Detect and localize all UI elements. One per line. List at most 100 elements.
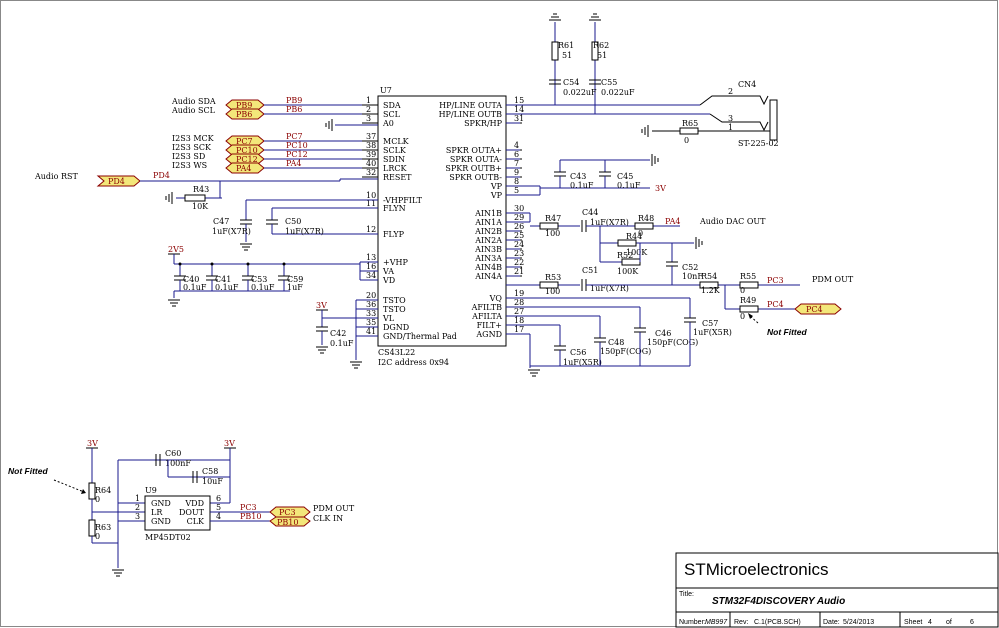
u7-pin-2-name: SCL (383, 110, 401, 119)
u7-pin-33-num: 33 (366, 309, 376, 318)
cn4-pin3: 3 (728, 114, 733, 123)
u7-pin-34-num: 34 (366, 271, 376, 280)
net-pc3: PC3 (767, 276, 784, 285)
cn4-pin2: 2 (728, 87, 733, 96)
net-5: PA4 (286, 159, 302, 168)
company-name: STMicroelectronics (684, 560, 829, 579)
date-label: Date: (823, 619, 840, 626)
c46-ref: C46 (655, 329, 671, 338)
port-label-1: Audio SCL (171, 106, 216, 115)
net-2: PC7 (286, 132, 303, 141)
headphone-output: R61 51 R62 51 C54 0.022uF C55 0.022uF CN… (506, 13, 779, 148)
u7-pin-31-num: 31 (514, 114, 524, 123)
u7-pin-36-num: 36 (366, 300, 376, 309)
u7-pin-19-num: 19 (514, 289, 524, 298)
net-1: PB6 (286, 105, 302, 114)
port-label-5: I2S3 WS (172, 161, 207, 170)
c43-val: 0.1uF (570, 181, 594, 190)
u9-num-6: 6 (216, 494, 221, 503)
sheet-value: 4 (928, 619, 932, 626)
c50-val: 1uF(X7R) (285, 227, 324, 236)
u7-ref: U7 (380, 86, 392, 95)
r65-val: 0 (684, 136, 689, 145)
u7-pin-12-num: 12 (366, 225, 376, 234)
u7-pin-39-name: SDIN (383, 155, 405, 164)
c42-val: 0.1uF (330, 339, 354, 348)
u9-pin-clk: CLK (187, 517, 205, 526)
left-port-group: Audio SDA PB9PB9Audio SCL PB6PB6I2S3 MCK PC… (171, 96, 362, 174)
u7-pin-5-num: 5 (514, 186, 519, 195)
c59-val: 1uF (287, 283, 303, 292)
u7-pin-35-name: DGND (383, 323, 409, 332)
u7-pin-2-num: 2 (366, 105, 371, 114)
c44-ref: C44 (582, 208, 598, 217)
c51-ref: C51 (582, 266, 598, 275)
u7-pin-17-name: AGND (475, 330, 502, 339)
u7-pin-20-name: TSTO (383, 296, 406, 305)
r64-val: 0 (95, 495, 100, 504)
r63-ref: R63 (95, 523, 111, 532)
u7-pin-31-name: SPKR/HP (464, 119, 503, 128)
r49-val: 0 (740, 312, 745, 321)
u9-num-4: 4 (216, 512, 221, 521)
date-value: 5/24/2013 (843, 619, 874, 626)
u7-pin-28-num: 28 (514, 298, 524, 307)
codec-chip-u7: U7 CS43L22 I2C address 0x94 SDA 1 SCL 2 A0 3 M… (362, 86, 524, 367)
u7-pin-17-num: 17 (514, 325, 524, 334)
u7-pin-16-num: 16 (366, 262, 376, 271)
u7-pin-29-num: 29 (514, 213, 524, 222)
u7-pin-15-name: HP/LINE OUTA (439, 101, 502, 110)
pdm-out-mic-text: PDM OUT (313, 504, 355, 513)
port-label-0: Audio SDA (171, 97, 216, 106)
u7-pin-25-name: AIN2A (474, 236, 502, 245)
port-text-5: PA4 (236, 164, 252, 173)
power-3v-vl: 3V (316, 301, 327, 310)
u7-pin-35-num: 35 (366, 318, 376, 327)
c53-val: 0.1uF (251, 283, 275, 292)
mic-net-pc3: PC3 (240, 503, 257, 512)
u7-pin-15-num: 15 (514, 96, 524, 105)
filter-caps: C56 1uF(X5R) C48 150pF(COG) C46 150pF(CO… (506, 297, 732, 377)
u7-note: I2C address 0x94 (378, 358, 449, 367)
c52-ref: C52 (682, 263, 698, 272)
u7-pin-23-num: 23 (514, 249, 524, 258)
c47-val: 1uF(X7R) (212, 227, 251, 236)
u7-pin-8-num: 8 (514, 177, 519, 186)
rail-2v5: 2V5 (167, 245, 378, 307)
u7-pin-1-num: 1 (366, 96, 371, 105)
net-0: PB9 (286, 96, 302, 105)
reset-label: Audio RST (34, 172, 78, 181)
cn4-ref: CN4 (738, 80, 756, 89)
mic-port-pb10-text: PB10 (277, 518, 298, 527)
c55-val: 0.022uF (601, 88, 635, 97)
r61-val: 51 (562, 51, 572, 60)
u9-pin-gnd3: GND (151, 517, 171, 526)
c41-val: 0.1uF (215, 283, 239, 292)
c56-ref: C56 (570, 348, 586, 357)
of-label: of (946, 619, 952, 626)
u7-pin-5-name: VP (490, 191, 503, 200)
sheet-label: Sheet (904, 619, 922, 626)
u9-pin-dout: DOUT (179, 508, 205, 517)
net-3: PC10 (286, 141, 308, 150)
u7-pin-27-num: 27 (514, 307, 524, 316)
u7-pin-18-num: 18 (514, 316, 524, 325)
r47-ref: R47 (545, 214, 561, 223)
u7-pin-27-name: AFILTA (471, 312, 502, 321)
not-fitted-r64: Not Fitted (8, 466, 48, 476)
mems-mic-section: 3V R64 0 R63 0 Not Fitted C60 100nF C58 … (8, 439, 355, 577)
r44-ref: R44 (626, 232, 642, 241)
u7-pin-30-num: 30 (514, 204, 524, 213)
r65-ref: R65 (682, 119, 698, 128)
net-4: PC12 (286, 150, 308, 159)
r52-val: 100K (617, 267, 639, 276)
r55-ref: R55 (740, 272, 756, 281)
flying-caps: C47 1uF(X7R) C50 1uF(X7R) (212, 199, 378, 251)
title-block: STMicroelectronics Title: STM32F4DISCOVE… (675, 552, 999, 628)
r64-ref: R64 (95, 486, 111, 495)
u7-pin-7-name: SPKR OUTB+ (445, 164, 502, 173)
u7-pin-41-name: GND/Thermal Pad (383, 332, 457, 341)
u7-pin-1-name: SDA (383, 101, 401, 110)
net-pc4: PC4 (767, 300, 784, 309)
port-label-3: I2S3 SCK (172, 143, 212, 152)
